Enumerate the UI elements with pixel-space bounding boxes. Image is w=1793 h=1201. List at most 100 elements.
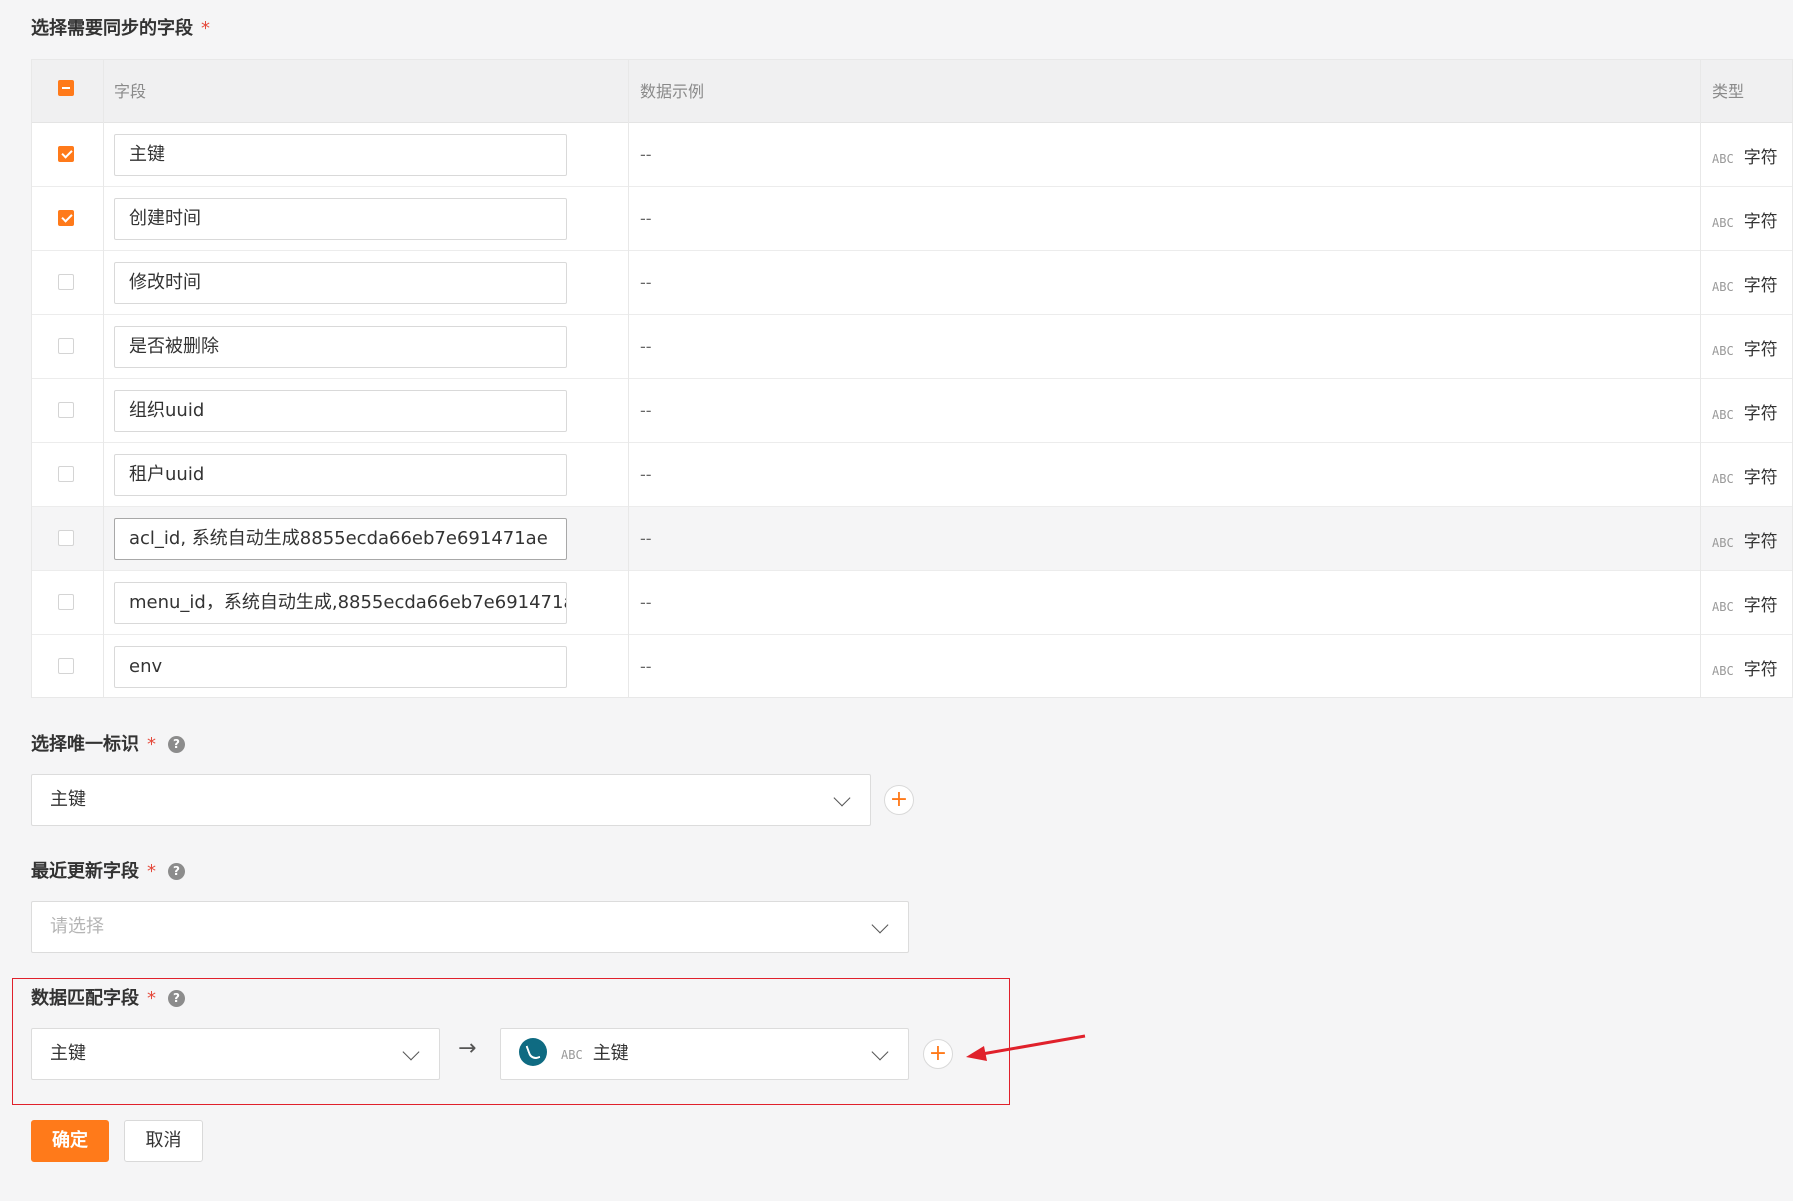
match-target-select[interactable]: ABC 主键 [500,1028,909,1080]
type-label: 字符 [1743,596,1778,616]
table-row: acl_id, 系统自动生成8855ecda66eb7e691471ae -- AB… [32,507,1792,571]
table-header: 字段 数据示例 类型 [32,60,1792,123]
type-label: 字符 [1743,532,1778,552]
chevron-down-icon [833,789,851,807]
field-name-input[interactable]: 主键 [114,134,567,176]
table-row: env -- ABC 字符 [32,635,1792,697]
unique-key-title: 选择唯一标识 *? [31,730,185,756]
row-checkbox[interactable] [58,210,74,226]
sample-value: -- [640,337,652,356]
cancel-button[interactable]: 取消 [124,1120,203,1162]
header-type: 类型 [1712,82,1745,101]
sample-value: -- [640,401,652,420]
sample-value: -- [640,529,652,548]
sample-value: -- [640,145,652,164]
type-abc-icon: ABC [561,1048,583,1062]
last-update-placeholder: 请选择 [50,916,104,937]
sample-value: -- [640,273,652,292]
row-checkbox[interactable] [58,402,74,418]
chevron-down-icon [402,1043,420,1061]
sample-value: -- [640,593,652,612]
row-checkbox[interactable] [58,658,74,674]
field-name-input[interactable]: 组织uuid [114,390,567,432]
field-name-input[interactable]: 租户uuid [114,454,567,496]
type-label: 字符 [1743,148,1778,168]
type-label: 字符 [1743,340,1778,360]
match-target-value: 主键 [592,1043,629,1064]
field-name-input[interactable]: 修改时间 [114,262,567,304]
help-icon[interactable]: ? [168,863,185,880]
match-source-value: 主键 [50,1043,86,1064]
type-cell: ABC 字符 [1712,655,1778,680]
help-icon[interactable]: ? [168,990,185,1007]
confirm-button[interactable]: 确定 [31,1120,109,1162]
type-abc-icon: ABC [1712,600,1734,614]
type-cell: ABC 字符 [1712,463,1778,488]
type-label: 字符 [1743,276,1778,296]
chevron-down-icon [871,1043,889,1061]
field-name-input[interactable]: menu_id，系统自动生成,8855ecda66eb7e691471ae [114,582,567,624]
row-checkbox[interactable] [58,146,74,162]
sample-value: -- [640,465,652,484]
column-divider [1700,60,1701,697]
fields-section-title-text: 选择需要同步的字段 [31,18,193,39]
type-label: 字符 [1743,212,1778,232]
match-field-title: 数据匹配字段 *? [31,984,185,1010]
select-all-checkbox[interactable] [58,80,74,96]
arrow-right-icon: → [458,1036,477,1061]
type-cell: ABC 字符 [1712,527,1778,552]
match-field-title-text: 数据匹配字段 [31,988,139,1009]
required-mark: * [147,734,156,755]
help-icon[interactable]: ? [168,736,185,753]
type-cell: ABC 字符 [1712,207,1778,232]
row-checkbox[interactable] [58,594,74,610]
match-source-select[interactable]: 主键 [31,1028,440,1080]
row-checkbox[interactable] [58,274,74,290]
type-cell: ABC 字符 [1712,143,1778,168]
sample-value: -- [640,209,652,228]
column-divider [103,60,104,697]
field-name-input[interactable]: acl_id, 系统自动生成8855ecda66eb7e691471ae [114,518,567,560]
last-update-select[interactable]: 请选择 [31,901,909,953]
column-divider [628,60,629,697]
table-row: 是否被删除 -- ABC 字符 [32,315,1792,379]
type-abc-icon: ABC [1712,664,1734,678]
type-abc-icon: ABC [1712,216,1734,230]
type-abc-icon: ABC [1712,536,1734,550]
table-row: 创建时间 -- ABC 字符 [32,187,1792,251]
row-checkbox[interactable] [58,338,74,354]
fields-table: 字段 数据示例 类型 主键 -- ABC 字符 创建时间 -- ABC 字符 修改时间 -- ABC… [31,59,1793,698]
unique-key-select[interactable]: 主键 [31,774,871,826]
chevron-down-icon [871,916,889,934]
field-name-input[interactable]: 创建时间 [114,198,567,240]
header-field: 字段 [114,82,147,101]
last-update-title: 最近更新字段 *? [31,857,185,883]
type-cell: ABC 字符 [1712,335,1778,360]
type-abc-icon: ABC [1712,344,1734,358]
row-checkbox[interactable] [58,530,74,546]
field-name-input[interactable]: env [114,646,567,688]
database-icon [519,1038,547,1066]
type-cell: ABC 字符 [1712,271,1778,296]
add-match-field-button[interactable]: + [923,1039,953,1069]
table-row: 租户uuid -- ABC 字符 [32,443,1792,507]
annotation-arrow-icon [966,1034,1086,1061]
type-abc-icon: ABC [1712,152,1734,166]
sample-value: -- [640,657,652,676]
type-cell: ABC 字符 [1712,591,1778,616]
add-unique-key-button[interactable]: + [884,785,914,815]
type-label: 字符 [1743,660,1778,680]
row-checkbox[interactable] [58,466,74,482]
type-label: 字符 [1743,468,1778,488]
required-mark: * [201,18,210,39]
type-label: 字符 [1743,404,1778,424]
required-mark: * [147,988,156,1009]
type-abc-icon: ABC [1712,408,1734,422]
unique-key-title-text: 选择唯一标识 [31,734,139,755]
table-row: 组织uuid -- ABC 字符 [32,379,1792,443]
fields-section-title: 选择需要同步的字段 * [31,14,210,40]
header-sample: 数据示例 [640,82,705,101]
type-abc-icon: ABC [1712,280,1734,294]
field-name-input[interactable]: 是否被删除 [114,326,567,368]
type-abc-icon: ABC [1712,472,1734,486]
